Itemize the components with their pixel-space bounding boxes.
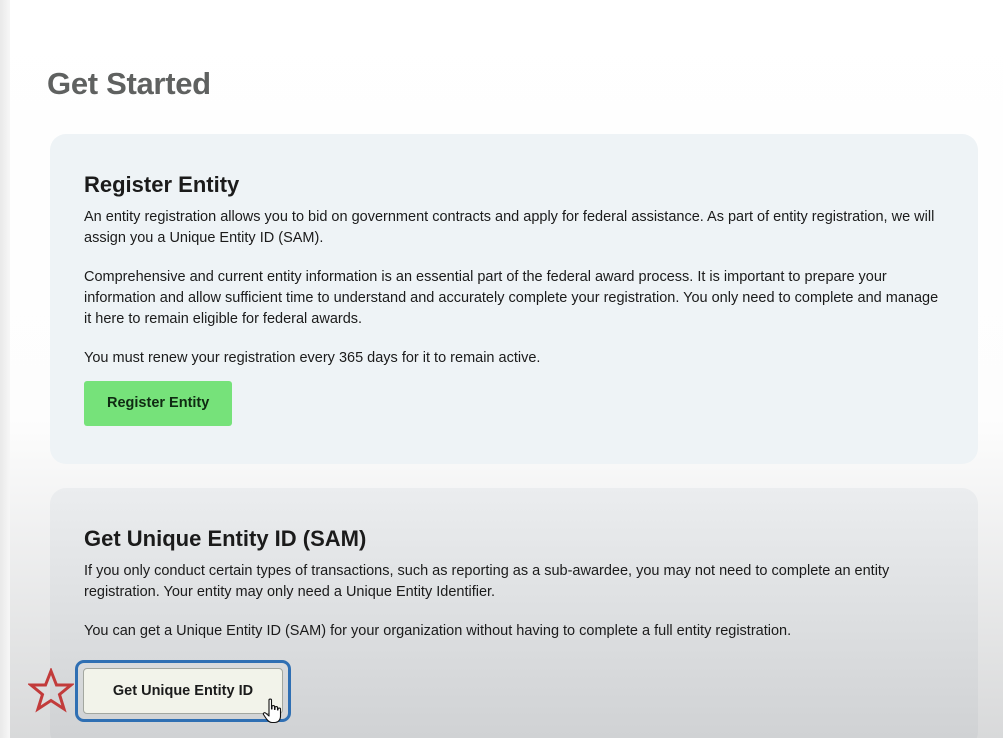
window-left-edge	[0, 0, 10, 738]
page-title: Get Started	[47, 66, 211, 101]
get-unique-entity-id-button[interactable]: Get Unique Entity ID	[83, 668, 283, 714]
star-outline-icon	[28, 668, 74, 713]
get-unique-entity-id-heading: Get Unique Entity ID (SAM)	[84, 526, 367, 551]
get-unique-entity-id-paragraph-1: If you only conduct certain types of tra…	[84, 563, 890, 600]
register-entity-paragraph-1: An entity registration allows you to bid…	[84, 209, 935, 246]
get-unique-entity-id-focus-ring: Get Unique Entity ID	[75, 660, 291, 722]
register-entity-paragraph-3: You must renew your registration every 3…	[84, 350, 541, 366]
get-unique-entity-id-paragraph-2: You can get a Unique Entity ID (SAM) for…	[84, 623, 792, 639]
hand-pointer-cursor-icon	[262, 698, 282, 724]
register-entity-heading: Register Entity	[84, 172, 240, 197]
register-entity-card: Register Entity An entity registration a…	[50, 134, 978, 464]
register-entity-button[interactable]: Register Entity	[84, 381, 233, 426]
register-entity-paragraph-2: Comprehensive and current entity informa…	[84, 269, 939, 327]
